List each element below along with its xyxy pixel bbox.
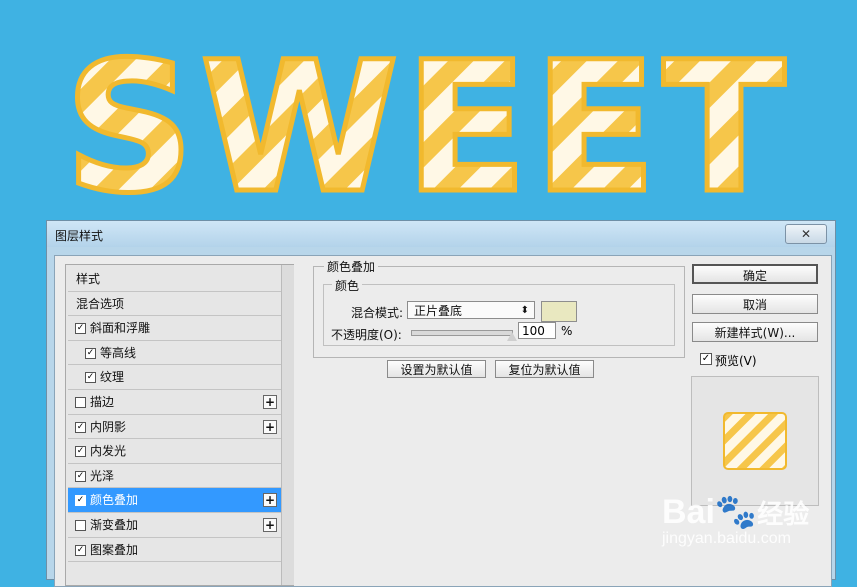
blend-mode-value: 正片叠底 <box>414 304 463 318</box>
style-item[interactable]: ✓ 等高线 <box>68 341 281 366</box>
style-item[interactable]: 描边 + <box>68 390 281 415</box>
dialog-titlebar: 图层样式 ✕ <box>47 221 835 247</box>
plus-icon[interactable]: + <box>263 493 277 508</box>
paw-icon: 🐾 <box>714 493 758 531</box>
style-item-label: 等高线 <box>100 345 137 360</box>
subgroup-title: 颜色 <box>332 277 363 294</box>
style-item-checkbox[interactable]: ✓ <box>75 323 86 335</box>
style-item[interactable]: ✓ 内发光 <box>68 439 281 464</box>
watermark-brand-cn: 经验 <box>757 499 810 529</box>
ok-button[interactable]: 确定 <box>692 264 818 284</box>
style-item[interactable]: ✓ 光泽 <box>68 464 281 489</box>
opacity-unit: % <box>561 324 573 338</box>
style-item-label: 内发光 <box>90 444 127 459</box>
style-item-checkbox[interactable]: ✓ <box>75 421 86 433</box>
preview-label: 预览(V) <box>715 354 757 368</box>
style-item[interactable]: ✓ 图案叠加 <box>68 538 281 563</box>
style-item-label: 样式 <box>76 272 101 286</box>
overlay-color-swatch[interactable] <box>541 301 577 322</box>
style-item-label: 内阴影 <box>90 419 127 434</box>
style-item-label: 混合选项 <box>76 296 125 311</box>
opacity-label: 不透明度(O): <box>331 328 402 342</box>
plus-icon[interactable]: + <box>263 394 277 409</box>
set-default-button[interactable]: 设置为默认值 <box>387 360 486 378</box>
style-item-label: 描边 <box>90 394 115 409</box>
style-item-checkbox[interactable]: ✓ <box>85 372 96 384</box>
style-item[interactable]: ✓ 内阴影 + <box>68 415 281 440</box>
styles-list-scrollbar[interactable] <box>281 265 294 585</box>
artwork-canvas: SWEET <box>0 0 857 221</box>
style-item-checkbox[interactable]: ✓ <box>85 347 96 359</box>
sweet-artwork: SWEET <box>62 22 792 221</box>
styles-list-panel: 样式混合选项 ✓ 斜面和浮雕 ✓ 等高线 ✓ 纹理描边 + ✓ 内阴影 + ✓ 内发光 ✓ 光泽 ✓ 颜色叠加 +… <box>65 264 294 586</box>
style-item[interactable]: ✓ 颜色叠加 + <box>68 488 281 513</box>
blend-mode-label: 混合模式: <box>351 306 404 320</box>
style-item-label: 图案叠加 <box>90 542 139 557</box>
style-item-checkbox[interactable] <box>75 396 86 408</box>
style-preview-thumbnail <box>723 412 787 470</box>
style-item[interactable]: 渐变叠加 + <box>68 513 281 538</box>
plus-icon[interactable]: + <box>263 517 277 532</box>
close-icon[interactable]: ✕ <box>785 224 827 244</box>
updown-arrow-icon: ⬍ <box>520 305 529 316</box>
watermark-url: jingyan.baidu.com <box>662 530 791 547</box>
sweet-title: SWEET <box>65 24 792 220</box>
style-item-checkbox[interactable]: ✓ <box>75 544 86 556</box>
opacity-input[interactable]: 100 <box>518 322 556 339</box>
plus-icon[interactable]: + <box>263 419 277 434</box>
style-item[interactable]: ✓ 纹理 <box>68 365 281 390</box>
style-item-label: 纹理 <box>100 370 125 385</box>
opacity-slider-thumb[interactable] <box>507 332 517 341</box>
style-item[interactable]: 样式 <box>68 267 281 292</box>
watermark-brand-text: Bai <box>662 493 715 531</box>
new-style-button[interactable]: 新建样式(W)... <box>692 322 818 342</box>
style-item-checkbox[interactable]: ✓ <box>75 470 86 482</box>
dialog-title: 图层样式 <box>55 229 104 243</box>
style-preview-box <box>691 376 819 506</box>
style-item-label: 渐变叠加 <box>90 517 139 532</box>
style-item[interactable]: 混合选项 <box>68 292 281 317</box>
styles-list: 样式混合选项 ✓ 斜面和浮雕 ✓ 等高线 ✓ 纹理描边 + ✓ 内阴影 + ✓ 内发光 ✓ 光泽 ✓ 颜色叠加 +… <box>68 267 281 563</box>
style-item-checkbox[interactable] <box>75 519 86 531</box>
group-title: 颜色叠加 <box>324 258 379 275</box>
preview-checkbox[interactable]: ✓ <box>700 353 712 365</box>
opacity-slider-track[interactable] <box>411 330 513 336</box>
blend-mode-select[interactable]: 正片叠底 ⬍ <box>407 301 535 319</box>
style-item[interactable]: ✓ 斜面和浮雕 <box>68 316 281 341</box>
style-item-label: 光泽 <box>90 468 115 483</box>
cancel-button[interactable]: 取消 <box>692 294 818 314</box>
reset-default-button[interactable]: 复位为默认值 <box>495 360 594 378</box>
style-item-label: 颜色叠加 <box>90 493 139 508</box>
watermark-brand: Bai🐾经验 <box>662 492 809 532</box>
style-item-checkbox[interactable]: ✓ <box>75 495 86 507</box>
style-item-checkbox[interactable]: ✓ <box>75 446 86 458</box>
style-item-label: 斜面和浮雕 <box>90 321 151 336</box>
